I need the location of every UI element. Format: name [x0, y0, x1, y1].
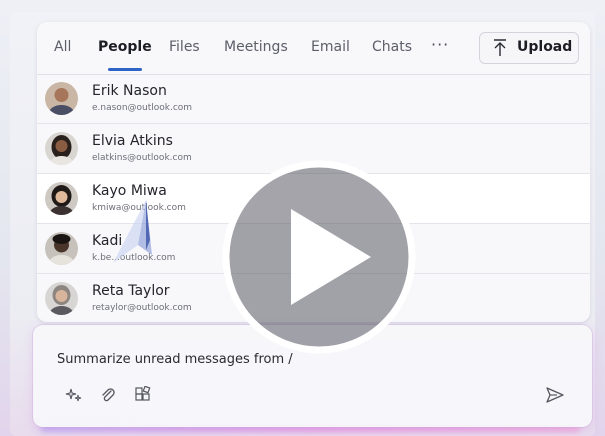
tab-meetings[interactable]: Meetings: [224, 39, 288, 55]
more-icon[interactable]: ···: [431, 35, 449, 54]
tab-all[interactable]: All: [54, 39, 71, 55]
person-email: e.nason@outlook.com: [92, 103, 193, 113]
active-tab-indicator: [108, 68, 142, 71]
upload-button[interactable]: Upload: [479, 32, 579, 64]
tab-chats[interactable]: Chats: [372, 39, 412, 55]
person-name: Kadi: [92, 233, 123, 249]
tab-bar: All People Files Meetings Email Chats ··…: [37, 22, 590, 75]
tab-email[interactable]: Email: [311, 39, 350, 55]
person-email: elatkins@outlook.com: [92, 153, 192, 163]
avatar: [45, 232, 78, 265]
avatar: [45, 282, 78, 315]
upload-icon: [494, 39, 506, 56]
person-row-erik[interactable]: Erik Nason e.nason@outlook.com: [37, 74, 590, 124]
person-name: Elvia Atkins: [92, 133, 173, 149]
person-email: k.be...outlook.com: [92, 253, 176, 263]
attach-icon[interactable]: [99, 386, 117, 404]
person-name: Reta Taylor: [92, 283, 170, 299]
avatar: [45, 82, 78, 115]
apps-icon[interactable]: [134, 386, 152, 404]
avatar: [45, 132, 78, 165]
person-email: kmiwa@outlook.com: [92, 203, 186, 213]
sparkle-icon[interactable]: [65, 386, 83, 404]
person-name: Erik Nason: [92, 83, 167, 99]
person-name: Kayo Miwa: [92, 183, 167, 199]
send-icon[interactable]: [545, 385, 565, 405]
upload-label: Upload: [517, 39, 573, 55]
play-button[interactable]: [219, 157, 419, 357]
avatar: [45, 182, 78, 215]
person-email: retaylor@outlook.com: [92, 303, 192, 313]
tab-files[interactable]: Files: [169, 39, 200, 55]
tab-people[interactable]: People: [98, 39, 152, 55]
